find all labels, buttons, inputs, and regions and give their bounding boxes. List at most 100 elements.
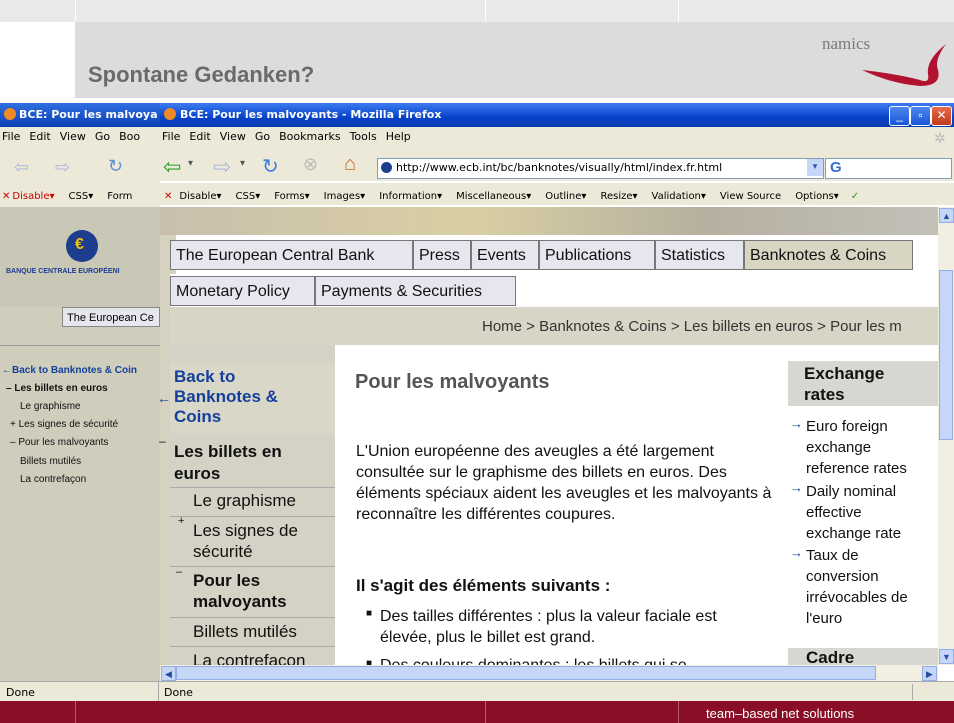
tab-events[interactable]: Events <box>471 240 539 270</box>
minimize-button[interactable]: _ <box>889 106 910 126</box>
back-tab-ecb[interactable]: The European Ce <box>62 307 160 327</box>
rate-line: exchange <box>806 439 872 456</box>
checkmark-icon[interactable]: ✓ <box>851 191 859 202</box>
forms-menu[interactable]: Forms▾ <box>272 187 314 202</box>
url-bar[interactable]: http://www.ecb.int/bc/banknotes/visually… <box>377 158 824 179</box>
menu-help[interactable]: Help <box>386 130 411 143</box>
css-menu[interactable]: CSS▾ <box>67 187 99 202</box>
menu-go[interactable]: Go <box>255 130 270 143</box>
tab-statistics[interactable]: Statistics <box>655 240 744 270</box>
forward-dropdown-icon[interactable]: ▾ <box>240 158 245 169</box>
resize-menu[interactable]: Resize▾ <box>598 187 642 202</box>
reload-icon[interactable]: ↻ <box>262 154 279 179</box>
nav-item-contrefacon[interactable]: La contrefaçon <box>193 651 305 665</box>
disable-menu[interactable]: ✕ Disable▾ <box>2 187 60 202</box>
back-nav-section[interactable]: – Les billets en euros <box>6 383 108 394</box>
stop-icon[interactable]: ⊗ <box>303 154 318 175</box>
scroll-left-button[interactable]: ◀ <box>161 666 176 681</box>
nav-item-malvoyants[interactable]: Pour les malvoyants <box>193 570 287 612</box>
back-nav-item[interactable]: – Pour les malvoyants <box>10 437 108 448</box>
rate-line: Daily nominal <box>806 483 897 500</box>
scroll-right-button[interactable]: ▶ <box>922 666 937 681</box>
home-icon[interactable]: ⌂ <box>344 153 356 176</box>
back-nav-item[interactable]: Le graphisme <box>20 401 81 412</box>
nav-item-signes-securite[interactable]: Les signes de sécurité <box>193 520 298 562</box>
bank-name: BANQUE CENTRALE EUROPÉENI <box>6 268 120 275</box>
scroll-down-button[interactable]: ▼ <box>939 649 954 664</box>
rate-line: Euro foreign <box>806 418 888 435</box>
divider <box>75 701 76 723</box>
outline-menu[interactable]: Outline▾ <box>543 187 591 202</box>
nav-item-billets-mutiles[interactable]: Billets mutilés <box>193 622 297 642</box>
menu-go[interactable]: Go <box>95 130 110 143</box>
menu-view[interactable]: View <box>60 130 86 143</box>
rate-line: conversion <box>806 568 879 585</box>
css-menu[interactable]: CSS▾ <box>234 187 266 202</box>
menu-bookmarks[interactable]: Bookmarks <box>279 130 340 143</box>
menu-file[interactable]: File <box>2 130 20 143</box>
menu-edit[interactable]: Edit <box>29 130 50 143</box>
tab-publications[interactable]: Publications <box>539 240 655 270</box>
tab-press[interactable]: Press <box>413 240 471 270</box>
link-nominal-effective-rate[interactable]: Daily nominal effective exchange rate <box>806 481 941 544</box>
tab-ecb[interactable]: The European Central Bank <box>170 240 413 270</box>
expand-marker: + <box>178 515 185 527</box>
url-dropdown-icon[interactable]: ▾ <box>807 159 823 176</box>
back-window-titlebar[interactable]: BCE: Pour les malvoya <box>0 103 160 127</box>
tab-monetary-policy[interactable]: Monetary Policy <box>170 276 315 306</box>
breadcrumb[interactable]: Home > Banknotes & Coins > Les billets e… <box>482 318 902 335</box>
link-euro-reference-rates[interactable]: Euro foreign exchange reference rates <box>806 416 941 479</box>
nav-item-clip: La contrefaçon <box>170 647 335 665</box>
window-title: BCE: Pour les malvoyants - Mozilla Firef… <box>180 108 442 121</box>
link-taux-conversion[interactable]: Taux de conversion irrévocables de l'euro <box>806 545 941 629</box>
miscellaneous-menu[interactable]: Miscellaneous▾ <box>454 187 536 202</box>
back-arrow-icon[interactable]: ⇦ <box>163 154 181 180</box>
disable-menu[interactable]: ✕ Disable▾ <box>162 187 227 202</box>
menu-bookmarks[interactable]: Boo <box>119 130 140 143</box>
forward-arrow-icon[interactable]: ⇨ <box>213 154 231 180</box>
menu-edit[interactable]: Edit <box>189 130 210 143</box>
search-input[interactable]: G <box>825 158 952 179</box>
view-source-button[interactable]: View Source <box>718 187 786 202</box>
maximize-button[interactable]: ▫ <box>910 106 931 126</box>
back-nav-item[interactable]: Billets mutilés <box>20 456 81 467</box>
divider <box>158 682 159 702</box>
reload-icon[interactable]: ↻ <box>108 156 123 177</box>
divider <box>0 345 160 346</box>
back-navbar: ⇦ ⇨ ↻ <box>0 147 160 181</box>
back-menubar: File Edit View Go Boo <box>0 127 160 147</box>
nav-section-title[interactable]: Les billets en euros <box>174 441 282 485</box>
menu-file[interactable]: File <box>162 130 180 143</box>
close-button[interactable]: ✕ <box>931 106 952 126</box>
images-menu[interactable]: Images▾ <box>322 187 371 202</box>
scroll-up-button[interactable]: ▲ <box>939 208 954 223</box>
window-titlebar[interactable]: BCE: Pour les malvoyants - Mozilla Firef… <box>160 103 954 127</box>
validation-label: Validation▾ <box>651 191 706 202</box>
disable-label: Disable▾ <box>12 191 55 202</box>
back-arrow-icon[interactable]: ⇦ <box>14 157 29 178</box>
nav-back-link[interactable]: Back to Banknotes & Coins <box>174 367 278 427</box>
forward-arrow-icon[interactable]: ⇨ <box>55 157 70 178</box>
tab-banknotes-coins[interactable]: Banknotes & Coins <box>744 240 913 270</box>
nav-item-graphisme[interactable]: Le graphisme <box>193 491 296 511</box>
divider <box>170 487 335 488</box>
menu-tools[interactable]: Tools <box>350 130 377 143</box>
back-nav-back-link[interactable]: ←Back to Banknotes & Coin <box>2 365 137 376</box>
miscellaneous-label: Miscellaneous▾ <box>456 191 532 202</box>
slide-top-bar <box>0 0 954 22</box>
tab-payments-securities[interactable]: Payments & Securities <box>315 276 516 306</box>
forms-menu[interactable]: Form <box>105 187 137 202</box>
google-search-icon: G <box>830 159 842 176</box>
horizontal-scroll-thumb[interactable] <box>176 666 876 680</box>
rate-line: Taux de <box>806 547 859 564</box>
information-menu[interactable]: Information▾ <box>377 187 447 202</box>
page-title: Pour les malvoyants <box>355 371 550 393</box>
back-nav-item[interactable]: + Les signes de sécurité <box>10 419 118 430</box>
options-menu[interactable]: Options▾ <box>793 187 844 202</box>
menu-view[interactable]: View <box>220 130 246 143</box>
validation-menu[interactable]: Validation▾ <box>650 187 711 202</box>
back-nav-item[interactable]: La contrefaçon <box>20 474 86 485</box>
back-dropdown-icon[interactable]: ▾ <box>188 158 193 169</box>
vertical-scroll-thumb[interactable] <box>939 270 953 440</box>
forms-label: Forms▾ <box>274 191 310 202</box>
